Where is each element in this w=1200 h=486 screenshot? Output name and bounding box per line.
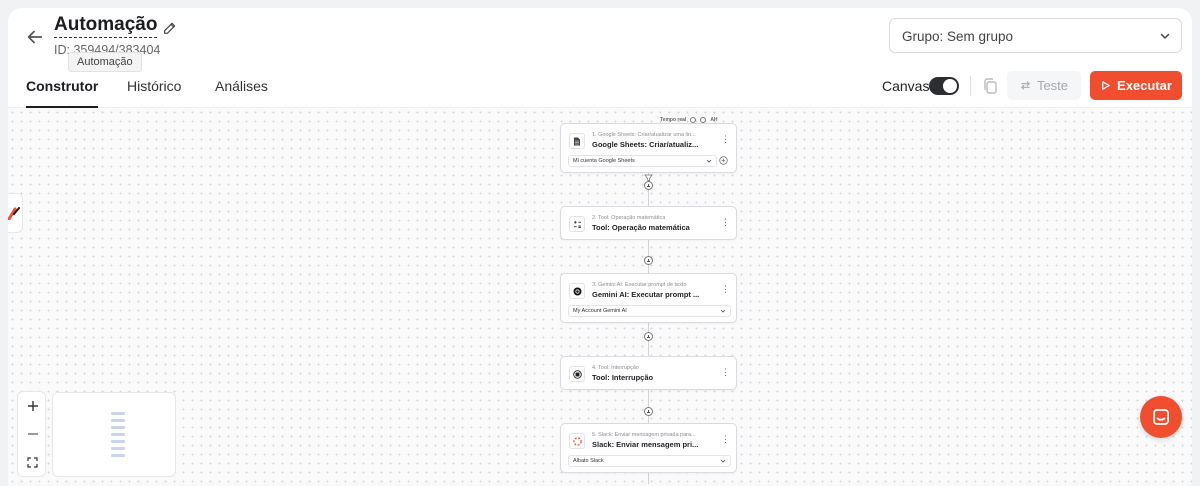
minimap-node — [111, 426, 125, 429]
canvas-toggle-label: Canvas — [882, 78, 930, 94]
node-subtitle: 5. Slack: Enviar mensagem privada para..… — [592, 432, 696, 438]
brand-logo-icon — [8, 207, 20, 220]
minimap-node — [111, 454, 125, 457]
zoom-in-icon[interactable] — [18, 392, 47, 420]
spreadsheet-icon — [569, 133, 585, 149]
app-window: Automação ID: 359494/383404 Automação Gr… — [8, 8, 1192, 486]
chat-icon — [1153, 409, 1169, 425]
more-options-icon[interactable]: ⋮ — [721, 135, 730, 144]
group-select-value: Grupo: Sem grupo — [902, 29, 1014, 44]
test-button-label: Teste — [1036, 78, 1069, 93]
flow-node[interactable]: 2. Tool: Operação matemática Tool: Opera… — [560, 206, 737, 240]
chat-support-button[interactable] — [1140, 396, 1182, 438]
swap-arrows-icon — [1021, 81, 1030, 90]
pencil-icon[interactable] — [162, 20, 178, 36]
add-step-button[interactable] — [644, 332, 653, 341]
more-options-icon[interactable]: ⋮ — [721, 435, 730, 444]
slack-icon — [569, 433, 585, 449]
flow-node[interactable]: 1. Google Sheets: Criar/atualizar uma li… — [560, 123, 737, 173]
tab-analytics[interactable]: Análises — [215, 64, 268, 108]
flow-canvas[interactable]: Tempo real AH 1. Google Sheets: Criar/at… — [8, 108, 1192, 486]
node-name: Slack: Enviar mensagem pri... — [592, 440, 699, 449]
node-subtitle: 4. Tool: Interrupção — [592, 365, 639, 371]
more-options-icon[interactable]: ⋮ — [721, 368, 730, 377]
add-step-button[interactable] — [644, 407, 653, 416]
gemini-icon — [569, 283, 585, 299]
account-select[interactable]: Albato Slack — [568, 455, 731, 467]
tab-constructor[interactable]: Construtor — [26, 64, 99, 108]
side-panel-handle[interactable] — [8, 193, 23, 233]
back-arrow-icon[interactable] — [24, 26, 46, 48]
account-select[interactable]: My Account Gemini AI — [568, 305, 731, 317]
run-button[interactable]: Executar — [1090, 71, 1182, 100]
add-step-button[interactable] — [644, 256, 653, 265]
zoom-out-icon[interactable] — [18, 420, 47, 448]
title-area: Automação — [54, 14, 176, 38]
chevron-down-icon — [706, 159, 712, 163]
chevron-down-icon — [1160, 33, 1170, 39]
flow-node[interactable]: 3. Gemini AI: Executar prompt de texto G… — [560, 273, 737, 323]
chevron-down-icon — [720, 459, 726, 463]
node-subtitle: 1. Google Sheets: Criar/atualizar uma li… — [592, 132, 696, 138]
node-name: Tool: Interrupção — [592, 373, 654, 382]
minimap-node — [111, 419, 125, 422]
minimap[interactable] — [52, 392, 176, 477]
node-name: Tool: Operação matemática — [592, 223, 690, 232]
minimap-node — [111, 447, 125, 450]
chevron-down-icon — [720, 309, 726, 313]
minimap-node — [111, 412, 125, 415]
divider — [970, 76, 971, 96]
zoom-controls — [17, 391, 46, 477]
flow-node[interactable]: 5. Slack: Enviar mensagem privada para..… — [560, 423, 737, 473]
interrupt-icon — [569, 366, 585, 382]
math-icon — [569, 216, 585, 232]
copy-icon[interactable] — [980, 76, 1000, 96]
account-select-value: Albato Slack — [573, 458, 604, 464]
group-select[interactable]: Grupo: Sem grupo — [889, 18, 1182, 53]
fit-view-icon[interactable] — [18, 448, 47, 476]
account-select-value: Mi cuenta Google Sheets — [573, 158, 635, 164]
flow-node[interactable]: 4. Tool: Interrupção Tool: Interrupção ⋮ — [560, 356, 737, 390]
node-name: Google Sheets: Criar/atualiz... — [592, 140, 699, 149]
node-name: Gemini AI: Executar prompt ... — [592, 290, 700, 299]
run-button-label: Executar — [1117, 78, 1172, 93]
account-select-value: My Account Gemini AI — [573, 308, 627, 314]
node-subtitle: 2. Tool: Operação matemática — [592, 215, 666, 221]
canvas-toggle[interactable] — [929, 77, 959, 95]
more-options-icon[interactable]: ⋮ — [721, 285, 730, 294]
test-button[interactable]: Teste — [1007, 71, 1081, 100]
more-options-icon[interactable]: ⋮ — [721, 218, 730, 227]
add-step-button[interactable] — [644, 181, 653, 190]
tab-bar: Construtor Histórico Análises Canvas Tes… — [8, 64, 1192, 108]
header: Automação ID: 359494/383404 Automação Gr… — [8, 8, 1192, 72]
minimap-node — [111, 440, 125, 443]
node-subtitle: 3. Gemini AI: Executar prompt de texto — [592, 282, 687, 288]
account-select[interactable]: Mi cuenta Google Sheets — [568, 155, 717, 167]
add-account-icon[interactable] — [719, 156, 728, 165]
play-icon — [1102, 81, 1110, 90]
page-title[interactable]: Automação — [54, 14, 158, 38]
tab-history[interactable]: Histórico — [127, 64, 181, 108]
minimap-node — [111, 433, 125, 436]
